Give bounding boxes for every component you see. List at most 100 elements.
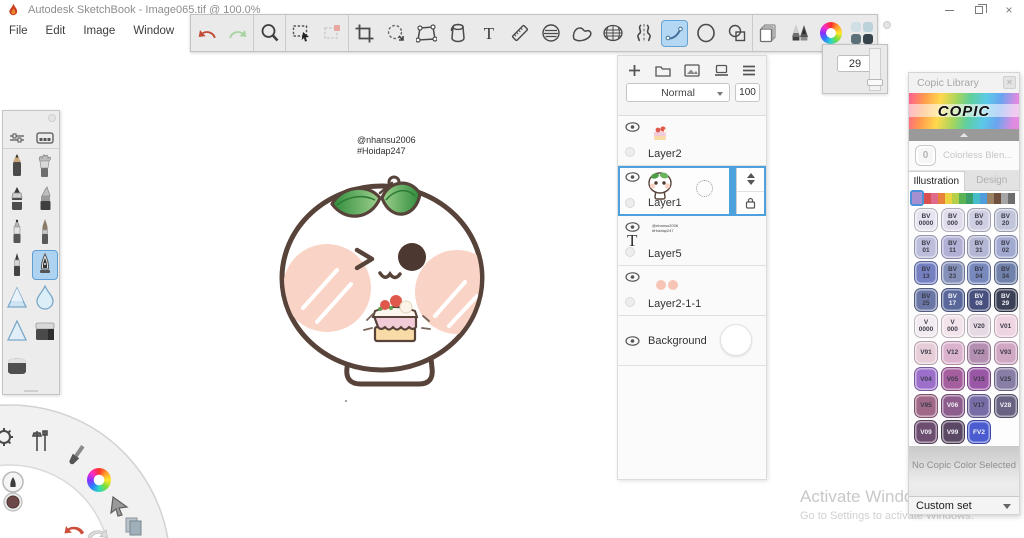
- perspective-tool[interactable]: [597, 15, 628, 51]
- lagoon-color-wheel-icon[interactable]: [87, 468, 111, 492]
- copic-swatch-bv29[interactable]: BV 29: [993, 287, 1018, 312]
- copic-swatch-v0000[interactable]: V 0000: [914, 314, 938, 338]
- import-image-icon[interactable]: [684, 64, 700, 77]
- copic-category-8[interactable]: [973, 192, 980, 204]
- brush-ballpoint[interactable]: [3, 215, 31, 248]
- brush-smudge-triangle[interactable]: [3, 314, 31, 347]
- copic-swatch-v06[interactable]: V06: [940, 393, 965, 418]
- folder-icon[interactable]: [654, 64, 671, 77]
- copic-swatch-v91[interactable]: V91: [914, 340, 938, 365]
- copic-swatch-bv02[interactable]: BV 02: [993, 234, 1018, 259]
- tab-illustration[interactable]: Illustration: [909, 171, 965, 191]
- layer-row-layer2-1-1[interactable]: Layer2-1-1: [618, 266, 766, 316]
- menu-edit[interactable]: Edit: [37, 22, 75, 40]
- ellipse-guide-tool[interactable]: [535, 15, 566, 51]
- copic-category-0[interactable]: [910, 190, 924, 206]
- copic-swatch-v28[interactable]: V28: [993, 393, 1018, 418]
- copic-swatch-bv11[interactable]: BV 11: [940, 234, 965, 259]
- copic-swatch-fv2[interactable]: FV2: [967, 420, 991, 444]
- layer-visibility-icon[interactable]: [625, 172, 640, 182]
- redo-button[interactable]: [222, 15, 253, 51]
- layer-visibility-icon[interactable]: [625, 336, 640, 346]
- brush-eraser-block[interactable]: [31, 314, 59, 347]
- copic-category-2[interactable]: [931, 192, 938, 204]
- tab-design[interactable]: Design: [964, 171, 1019, 191]
- layer-row-layer5[interactable]: T @nhansu2006 #Hoidap247 Layer5: [618, 216, 766, 266]
- copic-swatch-v05[interactable]: V05: [940, 367, 965, 391]
- layer-lock-ring[interactable]: [625, 297, 635, 307]
- copic-swatch-bv25[interactable]: BV 25: [914, 287, 938, 312]
- fill-tool[interactable]: [442, 15, 473, 51]
- undo-button[interactable]: [191, 15, 222, 51]
- copic-category-13[interactable]: [1008, 192, 1015, 204]
- copic-swatch-v12[interactable]: V12: [940, 340, 965, 365]
- copic-swatch-bv01[interactable]: BV 01: [914, 234, 938, 259]
- brush-pencil[interactable]: [3, 149, 31, 182]
- brush-airbrush-marker[interactable]: [3, 182, 31, 215]
- brush-library-button[interactable]: [784, 15, 815, 51]
- lasso-move-tool[interactable]: [380, 15, 411, 51]
- copic-swatch-bv20[interactable]: BV 20: [993, 208, 1018, 232]
- background-color-swatch[interactable]: [720, 324, 752, 356]
- layer-row-layer1-selected[interactable]: Layer1: [618, 166, 766, 216]
- copic-category-11[interactable]: [994, 192, 1001, 204]
- copic-swatch-v25[interactable]: V25: [993, 367, 1018, 391]
- copic-swatch-bv17[interactable]: BV 17: [940, 287, 965, 312]
- copic-swatch-bv00[interactable]: BV 00: [967, 208, 991, 232]
- background-layer-icon[interactable]: [714, 64, 729, 77]
- copic-swatch-bv000[interactable]: BV 000: [940, 208, 965, 232]
- copic-swatch-bv04[interactable]: BV 04: [967, 261, 991, 285]
- brush-splatter[interactable]: [31, 149, 59, 182]
- copic-swatch-bv13[interactable]: BV 13: [914, 261, 938, 285]
- layer-editor-button[interactable]: [753, 15, 784, 51]
- layer-lock-ring[interactable]: [625, 198, 635, 208]
- layer-row-background[interactable]: Background: [618, 316, 766, 366]
- french-curve-tool[interactable]: [566, 15, 597, 51]
- close-button[interactable]: ×: [994, 0, 1024, 20]
- brush-size-value[interactable]: 29: [837, 55, 873, 72]
- copic-swatch-v20[interactable]: V20: [967, 314, 991, 338]
- text-tool[interactable]: T: [473, 15, 504, 51]
- copic-category-9[interactable]: [980, 192, 987, 204]
- brush-eraser-round[interactable]: [3, 347, 31, 380]
- add-layer-icon[interactable]: [628, 64, 641, 77]
- toolbar-grip[interactable]: [883, 21, 891, 29]
- copic-category-6[interactable]: [959, 192, 966, 204]
- brush-water-drop[interactable]: [31, 281, 59, 314]
- copic-swatch-v17[interactable]: V17: [967, 393, 991, 418]
- crop-tool[interactable]: [349, 15, 380, 51]
- colorless-blender-chip[interactable]: 0: [915, 145, 936, 166]
- brush-airbrush-cone[interactable]: [3, 281, 31, 314]
- menu-file[interactable]: File: [0, 22, 37, 40]
- copic-swatch-bv31[interactable]: BV 31: [967, 234, 991, 259]
- copic-swatch-v09[interactable]: V09: [914, 420, 938, 444]
- layer-visibility-icon[interactable]: [625, 272, 640, 282]
- copic-category-4[interactable]: [945, 192, 952, 204]
- layers-menu-icon[interactable]: [742, 65, 756, 76]
- layer-lock-ring[interactable]: [625, 247, 635, 257]
- layer-lock-button[interactable]: [737, 192, 764, 215]
- transform-tool[interactable]: [411, 15, 442, 51]
- copic-set-dropdown[interactable]: Custom set: [909, 496, 1019, 514]
- copic-swatch-v22[interactable]: V22: [967, 340, 991, 365]
- ruler-tool[interactable]: [504, 15, 535, 51]
- steady-stroke-tool[interactable]: [659, 15, 690, 51]
- pen-puck-icon[interactable]: [2, 471, 24, 493]
- blend-mode-dropdown[interactable]: Normal: [626, 83, 730, 102]
- deselect-tool[interactable]: [317, 15, 348, 51]
- copic-swatch-bv08[interactable]: BV 08: [967, 287, 991, 312]
- copic-category-12[interactable]: [1001, 192, 1008, 204]
- color-puck-icon[interactable]: [3, 492, 23, 512]
- brush-size-slider-handle[interactable]: [867, 79, 883, 86]
- zoom-tool[interactable]: [254, 15, 285, 51]
- copic-category-7[interactable]: [966, 192, 973, 204]
- copic-swatch-v15[interactable]: V15: [967, 367, 991, 391]
- layer-lock-ring[interactable]: [625, 147, 635, 157]
- brush-size-slider[interactable]: [867, 48, 883, 91]
- brush-nib-pen[interactable]: [31, 248, 59, 281]
- minimize-button[interactable]: [934, 0, 964, 20]
- copic-category-1[interactable]: [924, 192, 931, 204]
- copic-colorless-row[interactable]: 0 Colorless Blen...: [909, 141, 1019, 171]
- copic-swatch-v93[interactable]: V93: [993, 340, 1018, 365]
- shapes-tool[interactable]: [721, 15, 752, 51]
